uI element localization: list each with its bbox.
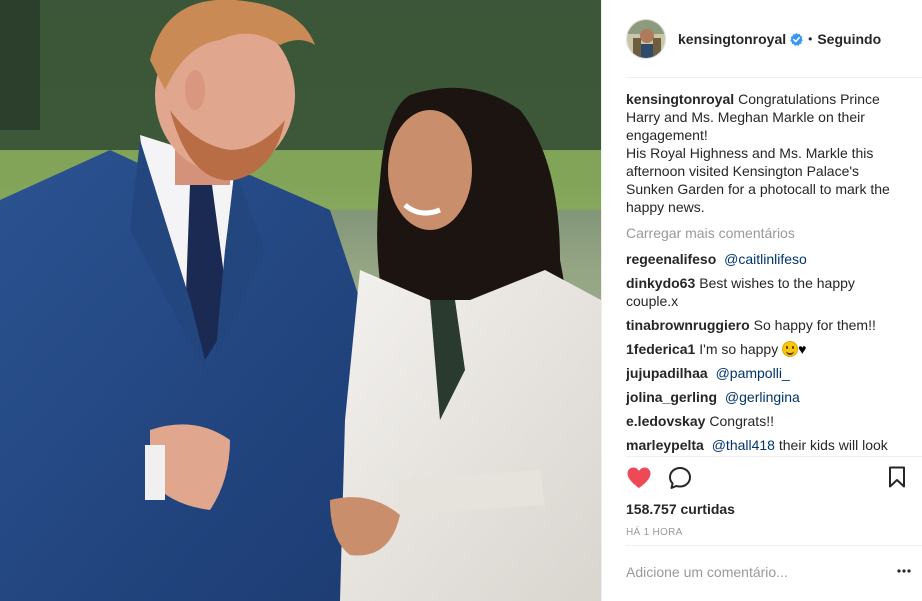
comment-text: I'm so happy	[699, 341, 779, 357]
load-more-comments-button[interactable]: Carregar mais comentários	[626, 224, 908, 242]
comment-item: jolina_gerling @gerlingina	[626, 388, 908, 406]
post-container: kensingtonroyal • Seguindo kensingtonroy…	[0, 0, 922, 601]
comment-username[interactable]: 1federica1	[626, 341, 695, 357]
likes-count[interactable]: 158.757 curtidas	[626, 501, 735, 517]
comment-username[interactable]: dinkydo63	[626, 275, 695, 291]
bookmark-icon[interactable]	[888, 466, 906, 488]
post-side-panel: kensingtonroyal • Seguindo kensingtonroy…	[601, 0, 922, 601]
avatar-image	[627, 20, 665, 58]
header-username[interactable]: kensingtonroyal	[678, 31, 786, 47]
post-actions-bar	[626, 466, 906, 492]
following-button[interactable]: Seguindo	[817, 31, 881, 47]
actions-divider	[626, 456, 922, 457]
comment-item: 1federica1 I'm so happy ♥	[626, 340, 908, 358]
comment-icon[interactable]	[668, 466, 692, 490]
comment-username[interactable]: marleypelta	[626, 437, 704, 453]
comment-text: Congrats!!	[709, 413, 774, 429]
avatar[interactable]	[626, 19, 666, 59]
comment-item: regeenalifeso @caitlinlifeso	[626, 250, 908, 268]
comment-text: So happy for them!!	[753, 317, 876, 333]
add-comment-input[interactable]	[626, 560, 874, 584]
comment-username[interactable]: jujupadilhaa	[626, 365, 708, 381]
post-caption: kensingtonroyal Congratulations Prince Ha…	[626, 90, 908, 216]
comments-list[interactable]: kensingtonroyal Congratulations Prince Ha…	[626, 90, 908, 460]
comment-mention[interactable]: @thall418	[712, 437, 775, 453]
black-heart-emoji-icon: ♥	[798, 341, 807, 357]
couple-photo-image	[0, 0, 601, 601]
comment-username[interactable]: jolina_gerling	[626, 389, 717, 405]
comment-username[interactable]: regeenalifeso	[626, 251, 716, 267]
header-divider	[626, 77, 922, 78]
post-header: kensingtonroyal • Seguindo	[602, 0, 922, 78]
comment-item: marleypelta @thall418 their kids will lo…	[626, 436, 908, 454]
comment-text: their kids will look	[778, 437, 888, 453]
post-timestamp[interactable]: HÁ 1 HORA	[626, 527, 683, 538]
caption-username[interactable]: kensingtonroyal	[626, 91, 734, 107]
comment-item: tinabrownruggiero So happy for them!!	[626, 316, 908, 334]
comment-username[interactable]: e.ledovskay	[626, 413, 705, 429]
comment-mention[interactable]: @gerlingina	[725, 389, 800, 405]
header-separator-dot: •	[808, 32, 813, 46]
smiling-face-emoji-icon	[782, 341, 799, 357]
more-options-icon[interactable]	[896, 566, 912, 576]
caption-line: happy news.	[626, 199, 705, 215]
caption-line: His Royal Highness and Ms. Markle this	[626, 145, 874, 161]
comment-mention[interactable]: @pampolli_	[716, 365, 790, 381]
verified-badge-icon	[790, 32, 803, 46]
post-photo[interactable]	[0, 0, 601, 601]
comment-mention[interactable]: @caitlinlifeso	[724, 251, 807, 267]
caption-line: Sunken Garden for a photocall to mark th…	[626, 181, 890, 197]
caption-line: engagement!	[626, 127, 708, 143]
caption-line: Harry and Ms. Meghan Markle on their	[626, 109, 865, 125]
add-comment-divider	[626, 545, 922, 546]
comment-item: jujupadilhaa @pampolli_	[626, 364, 908, 382]
heart-icon[interactable]	[626, 466, 652, 490]
caption-line: afternoon visited Kensington Palace's	[626, 163, 860, 179]
comment-username[interactable]: tinabrownruggiero	[626, 317, 750, 333]
comment-item: dinkydo63 Best wishes to the happy couple…	[626, 274, 908, 310]
caption-line: Congratulations Prince	[738, 91, 880, 107]
comment-item: e.ledovskay Congrats!!	[626, 412, 908, 430]
